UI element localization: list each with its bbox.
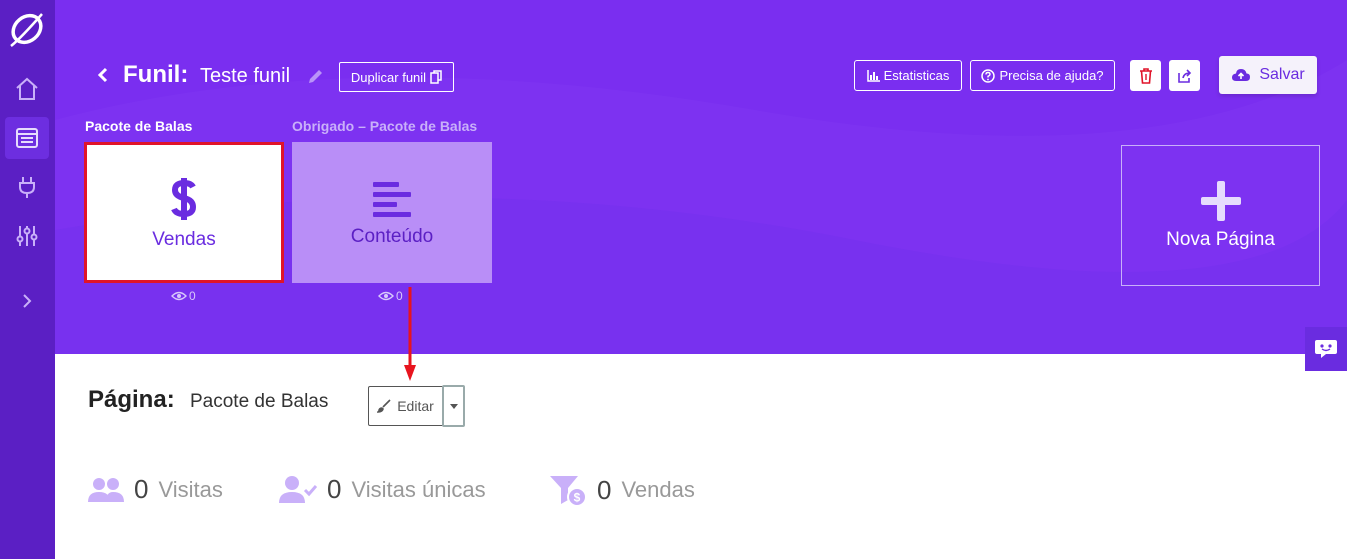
- stat-unique-visits: 0 Visitas únicas: [279, 474, 486, 505]
- question-circle-icon: [981, 68, 996, 83]
- views-value: 0: [189, 289, 196, 303]
- duplicate-funnel-button[interactable]: Duplicar funil: [339, 62, 454, 92]
- chat-widget-button[interactable]: [1305, 327, 1347, 371]
- trash-icon: [1139, 67, 1152, 84]
- funnel-label: Funil:: [123, 61, 189, 88]
- statistics-button[interactable]: Estatisticas: [854, 60, 962, 91]
- stat-visits: 0 Visitas: [88, 474, 223, 505]
- caret-down-icon: [449, 403, 458, 409]
- pencil-icon[interactable]: [306, 66, 326, 86]
- pages-icon: [16, 128, 38, 148]
- page-card-label: Vendas: [152, 228, 216, 250]
- page-card-content[interactable]: Conteúdo: [292, 142, 492, 283]
- sidebar-item-pages[interactable]: [5, 117, 49, 159]
- chat-icon: [1315, 340, 1337, 358]
- save-label: Salvar: [1259, 66, 1305, 83]
- sidebar: [0, 0, 55, 559]
- new-page-label: Nova Página: [1166, 228, 1275, 250]
- stat-value: 0: [134, 474, 149, 504]
- brush-icon: [377, 399, 391, 413]
- views-count-2: 0: [378, 289, 403, 303]
- home-icon: [16, 77, 38, 100]
- edit-button[interactable]: Editar: [368, 386, 443, 426]
- sidebar-item-integrations[interactable]: [5, 166, 49, 208]
- text-lines-icon: [373, 181, 411, 217]
- edit-label: Editar: [397, 398, 434, 414]
- share-icon: [1177, 68, 1191, 83]
- current-page-name: Pacote de Balas: [190, 391, 329, 412]
- stat-label: Visitas únicas: [351, 476, 486, 502]
- users-icon: [88, 477, 124, 502]
- funnel-header: Funil: Teste funil Duplicar funil Estati…: [55, 0, 1347, 354]
- stat-label: Visitas: [158, 476, 223, 502]
- sidebar-item-home[interactable]: [5, 68, 49, 110]
- sidebar-item-settings[interactable]: [5, 215, 49, 257]
- statistics-label: Estatisticas: [883, 68, 950, 83]
- new-page-button[interactable]: Nova Página: [1121, 145, 1320, 286]
- sliders-icon: [16, 226, 38, 246]
- sidebar-expand[interactable]: [5, 280, 49, 322]
- duplicate-funnel-label: Duplicar funil: [350, 69, 427, 85]
- copy-icon: [430, 70, 442, 84]
- cloud-upload-icon: [1232, 69, 1251, 81]
- current-page-label: Página:: [88, 386, 175, 413]
- chevron-right-icon: [23, 294, 32, 308]
- views-count-1: 0: [171, 289, 196, 303]
- share-button[interactable]: [1169, 60, 1200, 91]
- back-chevron-icon[interactable]: [95, 64, 111, 86]
- logo-icon[interactable]: [6, 8, 48, 50]
- funnel-name: Teste funil: [200, 65, 291, 87]
- page-title-2: Obrigado – Pacote de Balas: [292, 118, 478, 134]
- eye-icon: [378, 291, 394, 301]
- edit-dropdown-toggle[interactable]: [442, 385, 465, 427]
- plug-icon: [19, 177, 35, 198]
- delete-button[interactable]: [1130, 60, 1161, 91]
- help-label: Precisa de ajuda?: [999, 68, 1104, 83]
- stat-label: Vendas: [621, 477, 695, 502]
- stat-value: 0: [597, 474, 612, 505]
- user-check-icon: [279, 475, 317, 503]
- funnel-dollar-icon: $: [550, 476, 587, 506]
- annotation-arrow: [404, 287, 416, 381]
- save-button[interactable]: Salvar: [1219, 56, 1317, 94]
- eye-icon: [171, 291, 187, 301]
- help-button[interactable]: Precisa de ajuda?: [970, 60, 1115, 91]
- page-card-label: Conteúdo: [350, 225, 434, 247]
- page-title-1: Pacote de Balas: [85, 118, 193, 134]
- plus-icon: [1200, 180, 1241, 221]
- stat-value: 0: [327, 474, 342, 504]
- bar-chart-icon: [866, 69, 880, 82]
- dollar-icon: [171, 177, 197, 220]
- page-card-sales[interactable]: Vendas: [84, 142, 284, 283]
- stat-sales: $ 0 Vendas: [549, 474, 695, 506]
- svg-text:$: $: [574, 491, 581, 505]
